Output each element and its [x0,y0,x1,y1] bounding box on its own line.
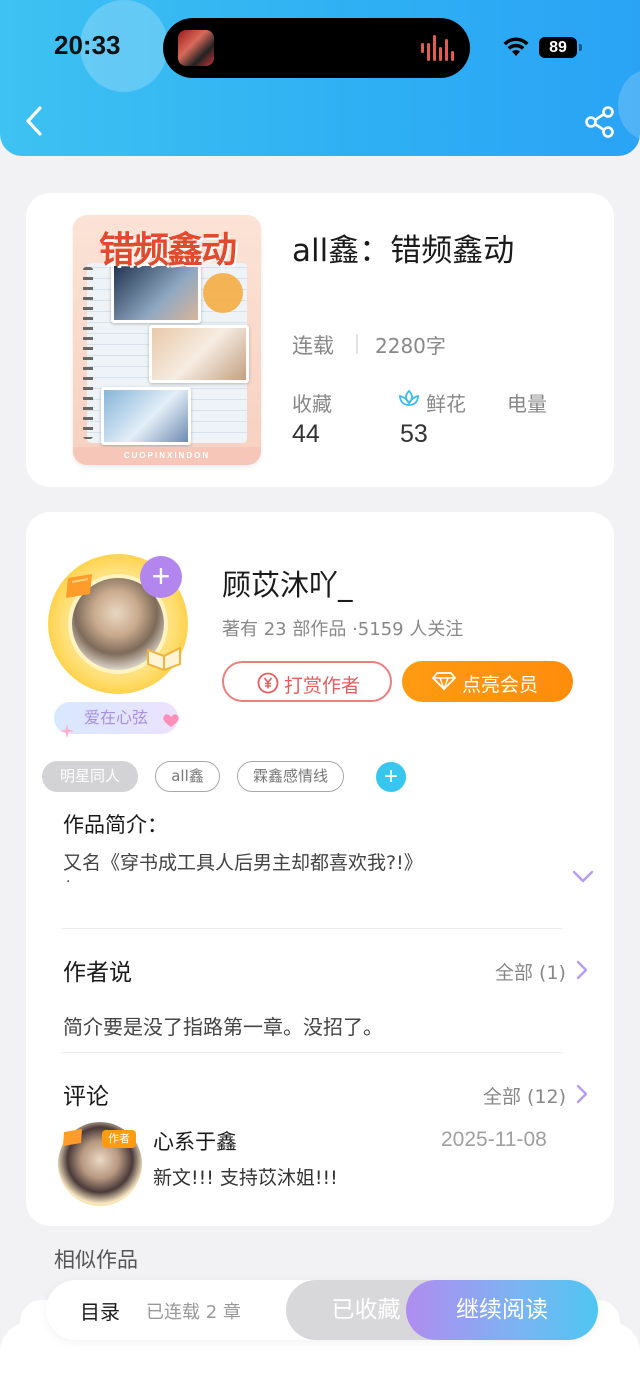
comment-date: 2025-11-08 [441,1128,547,1151]
now-playing-art [178,30,214,66]
word-count: 2280字 [375,334,446,358]
cover-title: 错频鑫动 [98,229,237,271]
sparkle-icon [60,724,74,738]
share-icon[interactable] [582,104,618,140]
chevron-right-icon[interactable] [575,1084,589,1104]
chevron-down-icon[interactable] [572,870,594,884]
similar-works-title: 相似作品 [54,1248,138,1272]
add-tag-button[interactable]: + [376,762,406,792]
heart-icon [163,714,179,727]
comments-all-link[interactable]: 全部 (12) [483,1082,566,1109]
continue-reading-label: 继续阅读 [456,1297,548,1323]
author-says-text: 简介要是没了指路第一章。没招了。 [63,1015,383,1039]
bottom-action-bar: 目录 已连载 2 章 已收藏 继续阅读 [46,1280,598,1340]
flag-icon [63,1129,82,1146]
status-time: 20:33 [54,30,121,60]
tip-author-label: 打赏作者 [284,675,361,697]
cover-sticker [203,273,243,313]
toc-button[interactable]: 目录 [80,1296,120,1325]
tip-author-button[interactable]: 打赏作者 [222,661,392,702]
author-name[interactable]: 顾苡沐吖_ [222,562,353,604]
cover-photo [149,325,249,383]
diamond-icon [432,672,456,691]
divider [356,334,358,354]
cover-photo [101,387,191,445]
chapter-count: 已连载 2 章 [146,1302,241,1323]
follow-plus-button[interactable]: + [140,556,182,598]
wifi-icon [503,37,529,56]
divider [62,928,562,929]
cover-spiral [83,267,93,439]
header: 20:33 89 [0,0,640,156]
tag-chip[interactable]: 明星同人 [42,761,138,792]
author-says-title: 作者说 [63,960,132,986]
tag-chip[interactable]: all鑫 [155,761,220,792]
power-label: 电量 [507,392,547,416]
audio-wave-icon [421,35,457,61]
flower-icon [399,389,419,406]
back-arrow-icon[interactable] [20,102,50,140]
battery-icon: 89 [539,37,577,58]
author-meta: 著有 23 部作品 ·5159 人关注 [222,619,464,640]
comments-title: 评论 [63,1084,109,1110]
yen-icon [257,672,279,694]
intro-text: 又名《穿书成工具人后男主却都喜欢我?!》 [63,852,423,874]
vip-button[interactable]: 点亮会员 [402,661,573,702]
continue-reading-button[interactable]: 继续阅读 [406,1280,598,1340]
divider [62,1052,562,1053]
intro-dot: · [66,874,71,890]
decor-bubble [618,70,640,140]
author-says-all-link[interactable]: 全部 (1) [495,958,566,985]
flowers-label: 鲜花 [426,392,466,416]
vip-label: 点亮会员 [462,674,539,696]
chevron-right-icon[interactable] [575,960,589,980]
detail-card: + 爱在心弦 顾苡沐吖_ 著有 23 部作品 ·5159 人关注 打赏作者 点亮… [26,512,614,1226]
commenter-role-tag: 作者 [102,1130,136,1148]
intro-title: 作品简介： [63,813,168,837]
book-title: all鑫：错频鑫动 [292,233,515,269]
flag-icon [66,574,92,598]
book-icon [147,646,181,672]
cover-strip: CUOPINXINDON [73,447,261,465]
battery-tip [579,44,582,51]
comment-text: 新文!!! 支持苡沐姐!!! [153,1167,338,1189]
favorites-value: 44 [292,420,320,448]
favorites-label: 收藏 [292,392,332,416]
book-info-card: 错频鑫动 CUOPINXINDON all鑫：错频鑫动 连载 2280字 收藏 … [26,193,614,487]
book-status: 连载 [292,334,334,358]
dynamic-island[interactable] [163,18,470,78]
tag-chip[interactable]: 霖鑫感情线 [237,761,344,792]
flowers-value: 53 [400,420,428,448]
commenter-name[interactable]: 心系于鑫 [153,1126,237,1156]
favorited-label: 已收藏 [331,1297,401,1323]
book-cover[interactable]: 错频鑫动 CUOPINXINDON [73,215,261,465]
